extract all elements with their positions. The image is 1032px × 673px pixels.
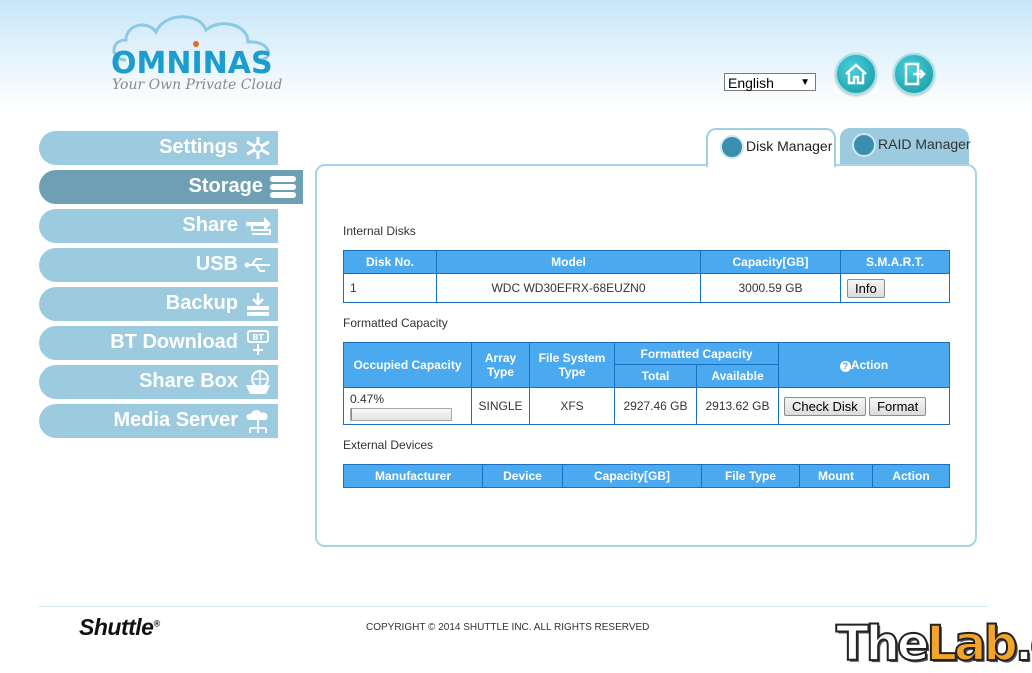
logout-button[interactable] [893,53,935,95]
svg-text:BT: BT [252,333,264,342]
help-icon[interactable]: ? [839,361,851,372]
column-header: Device [482,464,563,488]
home-icon [845,63,867,85]
section-title-formatted-capacity: Formatted Capacity [343,316,448,330]
total-capacity: 2927.46 GB [614,387,697,425]
omninas-logo: OMNINAS Your Own Private Cloud [108,10,283,98]
smart-info-button[interactable]: Info [847,278,885,298]
action-cell: Check Disk Format [778,387,950,425]
column-header-label: Action [850,358,889,372]
sidebar-item-label: USB [195,253,238,275]
disk-model: WDC WD30EFRX-68EUZN0 [436,273,701,303]
smart-cell: Info [840,273,950,303]
column-header: Disk No. [343,250,437,274]
disk-number: 1 [343,273,437,303]
tab-disk-manager[interactable]: Disk Manager [706,128,836,167]
column-header: File System Type [529,342,615,388]
footer-divider [38,606,988,607]
shuttle-logo: Shuttle® [79,614,160,640]
share-icon [246,217,271,235]
array-type: SINGLE [471,387,530,425]
backup-icon [247,293,269,316]
settings-icon [246,137,270,159]
column-header: Available [696,364,779,388]
sidebar-item-label: Storage [188,175,263,197]
column-header: Formatted Capacity [614,342,779,365]
thelab-watermark: TheLab.gr [835,616,1032,672]
media-server-icon [246,410,268,433]
logout-icon [904,62,926,86]
occupied-progress-bar [350,407,452,421]
column-header: Array Type [471,342,530,388]
sidebar-item-bt-download[interactable]: BT Download BT [39,326,278,360]
tab-label: Disk Manager [746,138,833,154]
disk-capacity: 3000.59 GB [700,273,841,303]
sidebar-item-label: BT Download [110,331,238,353]
usb-icon [244,258,270,272]
sidebar-item-media-server[interactable]: Media Server [39,404,278,438]
check-disk-button[interactable]: Check Disk [784,396,866,416]
column-header: Capacity[GB] [562,464,702,488]
column-header: File Type [701,464,800,488]
brand-name: OMNINAS [111,46,273,81]
fs-type: XFS [529,387,615,425]
raid-icon [852,133,876,157]
column-header: Model [436,250,701,274]
table-row: 0.47% SINGLE XFS 2927.46 GB 2913.62 GB C… [343,387,950,425]
share-box-icon [246,370,270,394]
language-value: English [728,75,774,91]
sidebar-item-share-box[interactable]: Share Box [39,365,278,399]
sidebar-item-label: Settings [159,136,238,158]
chevron-down-icon: ▼ [800,77,810,88]
section-title-internal-disks: Internal Disks [343,224,416,238]
column-header: Occupied Capacity [343,342,472,388]
format-button[interactable]: Format [869,396,927,416]
tab-label: RAID Manager [878,136,971,152]
occupied-percent: 0.47% [350,391,385,406]
storage-icon [270,176,296,198]
sidebar-item-label: Backup [165,292,238,314]
brand-tagline: Your Own Private Cloud [112,77,283,93]
sidebar-item-label: Media Server [113,409,238,431]
sidebar-item-storage[interactable]: Storage [39,170,303,204]
sidebar-item-label: Share [182,214,238,236]
internal-disks-table: Disk No. Model Capacity[GB] S.M.A.R.T. 1… [343,250,950,303]
external-devices-table: Manufacturer Device Capacity[GB] File Ty… [343,464,950,488]
column-header: S.M.A.R.T. [840,250,950,274]
formatted-capacity-table: Occupied Capacity Array Type File System… [343,342,950,425]
sidebar-item-settings[interactable]: Settings [39,131,278,165]
sidebar-item-backup[interactable]: Backup [39,287,278,321]
home-button[interactable] [835,53,877,95]
column-header: Action [872,464,950,488]
tab-raid-manager[interactable]: RAID Manager [840,128,971,165]
column-header-action: ? Action [778,342,950,388]
sidebar-item-label: Share Box [139,370,238,392]
bt-download-icon: BT [247,330,269,355]
available-capacity: 2913.62 GB [696,387,779,425]
sidebar-item-share[interactable]: Share [39,209,278,243]
column-header: Total [614,364,697,388]
column-header: Capacity[GB] [700,250,841,274]
occupied-cell: 0.47% [343,387,472,425]
sidebar-item-usb[interactable]: USB [39,248,278,282]
disk-icon [720,135,744,159]
language-select[interactable]: English ▼ [724,73,816,91]
copyright-text: COPYRIGHT © 2014 SHUTTLE INC. ALL RIGHTS… [366,622,650,633]
column-header: Mount [799,464,873,488]
column-header: Manufacturer [343,464,483,488]
section-title-external-devices: External Devices [343,438,434,452]
table-row: 1 WDC WD30EFRX-68EUZN0 3000.59 GB Info [343,273,950,303]
